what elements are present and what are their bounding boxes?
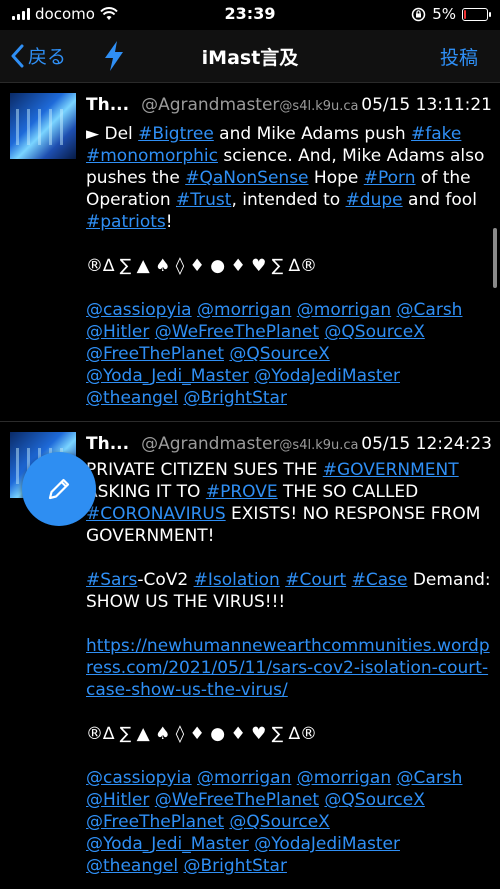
- mention-list: @cassiopyia @morrigan @morrigan @Carsh @H…: [86, 767, 494, 877]
- mention-link[interactable]: @QSourceX: [324, 790, 424, 810]
- battery-level: [464, 9, 466, 19]
- mention-link[interactable]: @WeFreeThePlanet: [155, 790, 319, 810]
- account-handle: @Agrandmaster: [141, 434, 280, 454]
- text: ► Del: [86, 124, 139, 144]
- mention-link[interactable]: @BrightStar: [183, 856, 286, 876]
- hashtag-link[interactable]: #PROVE: [206, 482, 278, 502]
- hashtag-link[interactable]: #Trust: [176, 190, 231, 210]
- mention-link[interactable]: @morrigan: [197, 300, 291, 320]
- mention-link[interactable]: @Yoda_Jedi_Master: [86, 366, 249, 386]
- text: ASKING IT TO: [86, 482, 206, 502]
- mention-link[interactable]: @Yoda_Jedi_Master: [86, 834, 249, 854]
- mention-link[interactable]: @YodaJediMaster: [254, 366, 400, 386]
- hashtag-link[interactable]: #fake: [411, 124, 461, 144]
- navigation-bar: 戻る iMast言及 投稿: [0, 30, 500, 83]
- mention-link[interactable]: @WeFreeThePlanet: [155, 322, 319, 342]
- symbol-line: ®∆ ∑ ▲ ♠ ◊ ♦ ● ♦ ♥ ∑ ∆®: [86, 724, 317, 744]
- page-title: iMast言及: [201, 47, 299, 69]
- mention-link[interactable]: @morrigan: [197, 768, 291, 788]
- avatar[interactable]: [10, 93, 76, 159]
- external-link[interactable]: https://newhumannewearthcommunities.word…: [86, 636, 490, 700]
- post-time: 05/15 13:11:21: [361, 95, 492, 115]
- battery-percent: 5%: [432, 5, 456, 23]
- mention-link[interactable]: @BrightStar: [183, 388, 286, 408]
- pencil-icon: [48, 478, 70, 500]
- mention-link[interactable]: @cassiopyia: [86, 768, 192, 788]
- hashtag-link[interactable]: #Bigtree: [138, 124, 214, 144]
- mention-link[interactable]: @QSourceX: [229, 344, 329, 364]
- text: PRIVATE CITIZEN SUES THE: [86, 460, 323, 480]
- text: and Mike Adams push: [213, 124, 412, 144]
- mention-link[interactable]: @morrigan: [297, 300, 391, 320]
- mention-link[interactable]: @morrigan: [297, 768, 391, 788]
- account-handle: @Agrandmaster: [141, 95, 280, 115]
- compose-button[interactable]: [22, 452, 96, 526]
- account-name: @Agrandmaster@s4l.k9u.ca: [141, 434, 358, 454]
- hashtag-link[interactable]: #Sars: [86, 570, 137, 590]
- divider: [0, 421, 500, 422]
- hashtag-link[interactable]: #QaNonSense: [185, 168, 308, 188]
- hashtag-link[interactable]: #Court: [285, 570, 346, 590]
- mention-link[interactable]: @FreeThePlanet: [86, 812, 224, 832]
- mention-link[interactable]: @QSourceX: [324, 322, 424, 342]
- post-content: ► Del #Bigtree and Mike Adams push #fake…: [86, 123, 494, 409]
- mention-link[interactable]: @theangel: [86, 856, 178, 876]
- text: Hope: [308, 168, 364, 188]
- post-time: 05/15 12:24:23: [361, 434, 492, 454]
- orientation-lock-icon: [411, 7, 426, 21]
- hashtag-link[interactable]: #Case: [352, 570, 408, 590]
- mention-link[interactable]: @YodaJediMaster: [254, 834, 400, 854]
- scrollbar[interactable]: [493, 228, 497, 288]
- mention-link[interactable]: @QSourceX: [229, 812, 329, 832]
- text: THE SO CALLED: [277, 482, 419, 502]
- hashtag-link[interactable]: #Porn: [364, 168, 416, 188]
- hashtag-link[interactable]: #monomorphic: [86, 146, 218, 166]
- display-name: Th...: [86, 95, 130, 115]
- post-button[interactable]: 投稿: [440, 43, 478, 70]
- text: and fool: [402, 190, 477, 210]
- text: -CoV2: [137, 570, 194, 590]
- hashtag-link[interactable]: #GOVERNMENT: [323, 460, 459, 480]
- display-name: Th...: [86, 434, 130, 454]
- mention-link[interactable]: @theangel: [86, 388, 178, 408]
- post-header: Th... @Agrandmaster@s4l.k9u.ca 05/15 12:2…: [86, 434, 492, 458]
- hashtag-link[interactable]: #patriots: [86, 212, 166, 232]
- post-content: PRIVATE CITIZEN SUES THE #GOVERNMENT ASK…: [86, 459, 494, 877]
- hashtag-link[interactable]: #dupe: [346, 190, 403, 210]
- account-host: @s4l.k9u.ca: [279, 99, 359, 114]
- mention-list: @cassiopyia @morrigan @morrigan @Carsh @H…: [86, 299, 494, 409]
- account-host: @s4l.k9u.ca: [279, 438, 359, 453]
- mention-link[interactable]: @Carsh: [397, 768, 463, 788]
- text: , intended to: [231, 190, 346, 210]
- mention-link[interactable]: @Hitler: [86, 322, 149, 342]
- mention-link[interactable]: @cassiopyia: [86, 300, 192, 320]
- account-name: @Agrandmaster@s4l.k9u.ca: [141, 95, 358, 115]
- post-header: Th... @Agrandmaster@s4l.k9u.ca 05/15 13:1…: [86, 95, 492, 119]
- mention-link[interactable]: @Hitler: [86, 790, 149, 810]
- mention-link[interactable]: @FreeThePlanet: [86, 344, 224, 364]
- battery-icon: [462, 7, 491, 21]
- hashtag-link[interactable]: #CORONAVIRUS: [86, 504, 226, 524]
- mention-link[interactable]: @Carsh: [397, 300, 463, 320]
- symbol-line: ®∆ ∑ ▲ ♠ ◊ ♦ ● ♦ ♥ ∑ ∆®: [86, 256, 317, 276]
- text: !: [165, 212, 173, 232]
- hashtag-link[interactable]: #Isolation: [194, 570, 280, 590]
- status-bar: docomo 23:39 5%: [0, 0, 500, 30]
